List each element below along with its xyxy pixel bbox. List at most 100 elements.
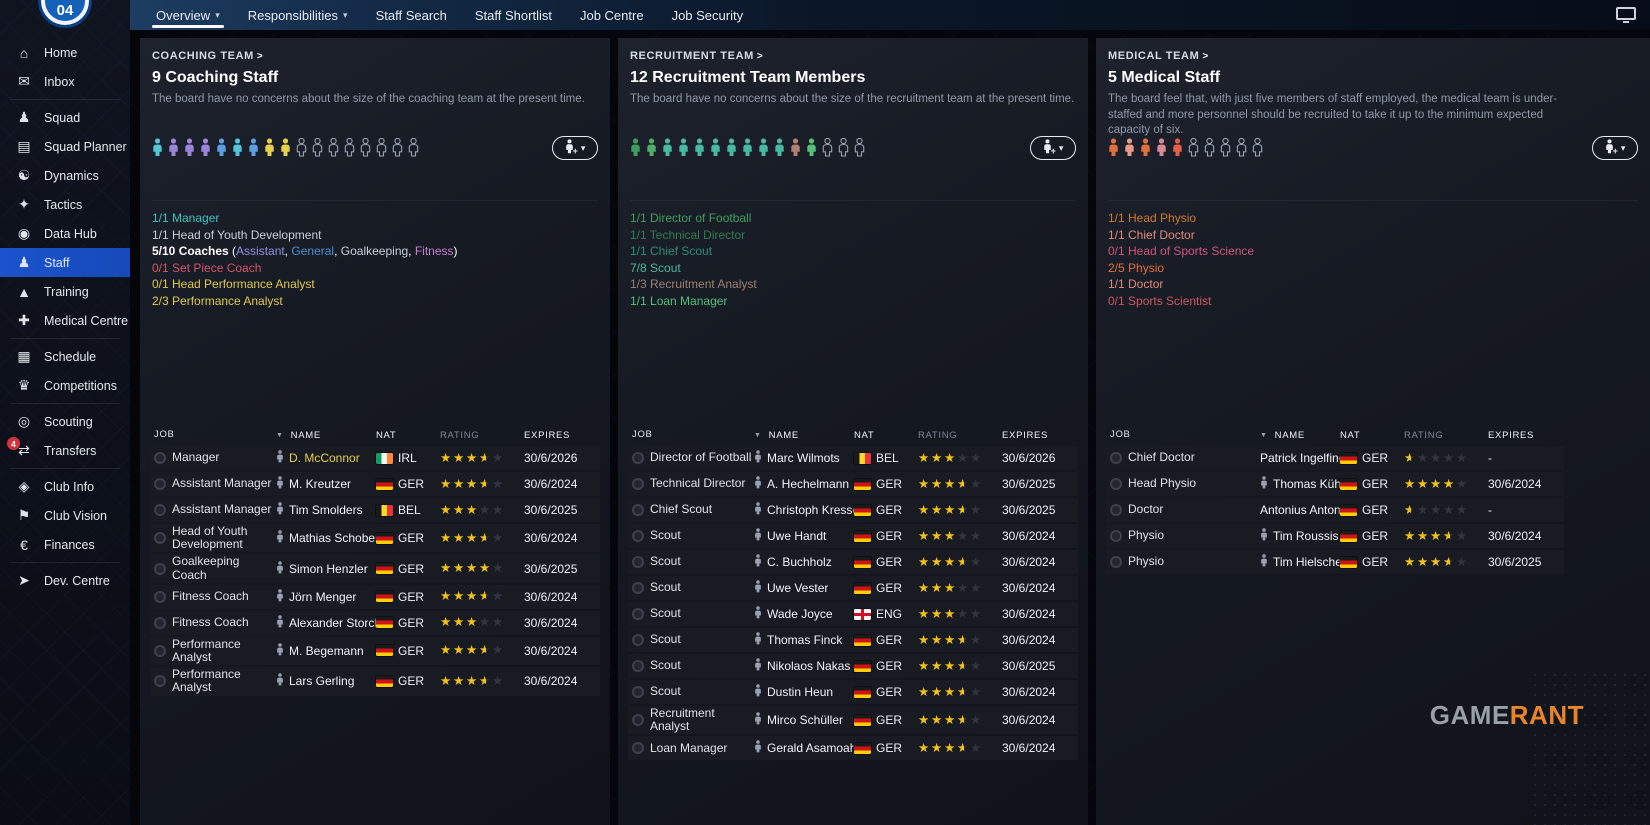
sidebar-item-dynamics[interactable]: ☯ Dynamics (0, 161, 130, 190)
sidebar-item-staff[interactable]: ♟ Staff (0, 248, 130, 277)
staff-name: Gerald Asamoah (767, 741, 854, 756)
medical-team-link[interactable]: MEDICAL TEAM > (1108, 50, 1209, 62)
role-summary-line[interactable]: 7/8 Scout (630, 260, 1076, 277)
star-icon: ★★ (466, 530, 478, 545)
staff-row[interactable]: Technical Director A. Hechelmann GER ★ ★ ★… (628, 472, 1078, 496)
sidebar-item-competitions[interactable]: ♛ Competitions (0, 371, 130, 400)
sidebar-item-tactics[interactable]: ✦ Tactics (0, 190, 130, 219)
role-summary-line[interactable]: 1/1 Loan Manager (630, 293, 1076, 310)
sidebar-item-medical-centre[interactable]: ✚ Medical Centre (0, 306, 130, 335)
sidebar-item-schedule[interactable]: ▦ Schedule (0, 342, 130, 371)
staff-row[interactable]: Scout Thomas Finck GER ★★★★★★★★★★ 30/6/2… (628, 628, 1078, 652)
col-header-nat[interactable]: NAT (854, 430, 918, 441)
role-summary-line[interactable]: 0/1 Sports Scientist (1108, 293, 1638, 310)
col-header-name[interactable]: ▼ NAME (754, 430, 854, 441)
coaching-team-link[interactable]: COACHING TEAM > (152, 50, 263, 62)
staff-row[interactable]: Performance Analyst M. Begemann GER ★ ★ ★ ★… (150, 636, 600, 666)
col-header-expires[interactable]: EXPIRES (524, 430, 596, 441)
col-header-nat[interactable]: NAT (1340, 430, 1404, 441)
sidebar-item-home[interactable]: ⌂ Home (0, 38, 130, 67)
sidebar-item-data-hub[interactable]: ◉ Data Hub (0, 219, 130, 248)
role-summary-line[interactable]: 0/1 Head Performance Analyst (152, 276, 598, 293)
staff-row[interactable]: Assistant Manager M. Kreutzer GER ★ ★ ★ ★ ★ ★… (150, 472, 600, 496)
role-summary-line[interactable]: 1/1 Director of Football (630, 210, 1076, 227)
job-label: Recruitment Analyst (650, 706, 715, 734)
sidebar-item-transfers[interactable]: ⇄ 4 Transfers (0, 436, 130, 465)
role-summary-line[interactable]: 1/1 Technical Director (630, 227, 1076, 244)
add-staff-dropdown-button[interactable]: + ▾ (1030, 136, 1076, 160)
role-summary-line[interactable]: 2/3 Performance Analyst (152, 293, 598, 310)
sidebar-item-inbox[interactable]: ✉ Inbox (0, 67, 130, 96)
staff-row[interactable]: Chief Doctor Patrick Ingelfinger GER ★★★… (1106, 446, 1564, 470)
role-summary-line[interactable]: 0/1 Head of Sports Science (1108, 243, 1638, 260)
role-summary-line[interactable]: 5/10 Coaches (Assistant, General, Goalke… (152, 243, 598, 260)
staff-row[interactable]: Physio Tim Roussis GER ★★★★★★★★★★ 30/6/2… (1106, 524, 1564, 548)
sidebar-item-club-vision[interactable]: ⚑ Club Vision (0, 501, 130, 530)
staff-person-icon (1140, 138, 1151, 162)
col-header-name[interactable]: ▼ NAME (276, 430, 376, 441)
staff-row[interactable]: Physio Tim Hielscher GER ★★★★★★★★★★ 30/6… (1106, 550, 1564, 574)
staff-row[interactable]: Scout Wade Joyce ENG ★★★★★★★★★★ 30/6/202… (628, 602, 1078, 626)
staff-row[interactable]: Chief Scout Christoph Kresse GER ★ ★ ★ ★ ★ ★ ★… (628, 498, 1078, 522)
contract-expiry: 30/6/2024 (1002, 607, 1056, 621)
staff-row[interactable]: Manager D. McConnor IRL ★★★★★★★★★★ 30/6/… (150, 446, 600, 470)
star-icon: ★★ (492, 643, 504, 658)
tab-job-security[interactable]: Job Security (658, 0, 758, 30)
staff-row[interactable]: Scout C. Buchholz GER ★★★★★★★★★★ 30/6/20… (628, 550, 1078, 574)
role-summary-line[interactable]: 0/1 Set Piece Coach (152, 260, 598, 277)
sidebar-item-scouting[interactable]: ◎ Scouting (0, 407, 130, 436)
role-summary-line[interactable]: 2/5 Physio (1108, 260, 1638, 277)
role-summary-line[interactable]: 1/3 Recruitment Analyst (630, 276, 1076, 293)
col-header-expires[interactable]: EXPIRES (1488, 430, 1560, 441)
sidebar-item-club-info[interactable]: ◈ Club Info (0, 472, 130, 501)
col-header-nat[interactable]: NAT (376, 430, 440, 441)
staff-row[interactable]: Director of Football Marc Wilmots BEL ★ ★… (628, 446, 1078, 470)
star-icon: ★★ (1430, 502, 1442, 517)
staff-row[interactable]: Head Physio Thomas Kühn GER ★★★★★★★★★★ 3… (1106, 472, 1564, 496)
staff-row[interactable]: Scout Nikolaos Nakas GER ★★★★★★★★★★ 30/6… (628, 654, 1078, 678)
job-label: Physio (1128, 528, 1165, 543)
col-header-expires[interactable]: EXPIRES (1002, 430, 1074, 441)
staff-row[interactable]: Head of Youth Development Mathias Schobe… (150, 524, 600, 553)
staff-row[interactable]: Goalkeeping Coach Simon Henzler GER ★ ★ ★ ★… (150, 554, 600, 583)
add-staff-dropdown-button[interactable]: + ▾ (1592, 136, 1638, 160)
club-logo[interactable]: 04 (38, 0, 92, 28)
col-header-job[interactable]: JOB (154, 429, 276, 440)
col-header-rating[interactable]: RATING (1404, 430, 1488, 441)
role-summary-line[interactable]: 1/1 Manager (152, 210, 598, 227)
sidebar-item-dev-centre[interactable]: ➤ Dev. Centre (0, 566, 130, 595)
staff-row[interactable]: Scout Dustin Heun GER ★★★★★★★★★★ 30/6/20… (628, 680, 1078, 704)
staff-row[interactable]: Doctor Antonius Antoniadis GER ★★★★★★★★★… (1106, 498, 1564, 522)
staff-row[interactable]: Fitness Coach Alexander Storck GER ★ ★ ★ ★ ★… (150, 610, 600, 635)
col-header-rating[interactable]: RATING (440, 430, 524, 441)
tab-staff-search[interactable]: Staff Search (362, 0, 461, 30)
monitor-icon[interactable] (1616, 7, 1636, 23)
role-summary-line[interactable]: 1/1 Doctor (1108, 276, 1638, 293)
role-summary-line[interactable]: 1/1 Chief Doctor (1108, 227, 1638, 244)
staff-row[interactable]: Assistant Manager Tim Smolders BEL ★ ★ ★ ★ ★… (150, 498, 600, 522)
role-summary-line[interactable]: 1/1 Head Physio (1108, 210, 1638, 227)
staff-row[interactable]: Scout Uwe Handt GER ★★★★★★★★★★ 30/6/2024 (628, 524, 1078, 548)
tab-staff-shortlist[interactable]: Staff Shortlist (461, 0, 566, 30)
role-summary-line[interactable]: 1/1 Head of Youth Development (152, 227, 598, 244)
sidebar-item-finances[interactable]: € Finances (0, 530, 130, 559)
col-header-name[interactable]: ▼ NAME (1260, 430, 1340, 441)
staff-row[interactable]: Performance Analyst Lars Gerling GER ★ ★ ★… (150, 667, 600, 696)
sidebar-item-training[interactable]: ▲ Training (0, 277, 130, 306)
tab-responsibilities[interactable]: Responsibilities ▾ (234, 0, 362, 30)
col-header-rating[interactable]: RATING (918, 430, 1002, 441)
staff-row[interactable]: Fitness Coach Jörn Menger GER ★★★★★★★★★★… (150, 584, 600, 609)
star-icon: ★★ (918, 528, 930, 543)
add-staff-dropdown-button[interactable]: + ▾ (552, 136, 598, 160)
staff-row[interactable]: Loan Manager Gerald Asamoah GER ★ ★ ★ ★ ★ ★ ★ ★… (628, 736, 1078, 761)
tab-overview[interactable]: Overview ▾ (142, 0, 234, 30)
role-summary-line[interactable]: 1/1 Chief Scout (630, 243, 1076, 260)
col-header-job[interactable]: JOB (632, 429, 754, 440)
sidebar-item-squad[interactable]: ♟ Squad (0, 103, 130, 132)
staff-row[interactable]: Recruitment Analyst Mirco Schüller GER ★… (628, 706, 1078, 735)
recruitment-team-link[interactable]: RECRUITMENT TEAM > (630, 50, 763, 62)
tab-job-centre[interactable]: Job Centre (566, 0, 658, 30)
col-header-job[interactable]: JOB (1110, 429, 1260, 440)
staff-row[interactable]: Scout Uwe Vester GER ★★★★★★★★★★ 30/6/202… (628, 576, 1078, 600)
sidebar-item-squad-planner[interactable]: ▤ Squad Planner (0, 132, 130, 161)
